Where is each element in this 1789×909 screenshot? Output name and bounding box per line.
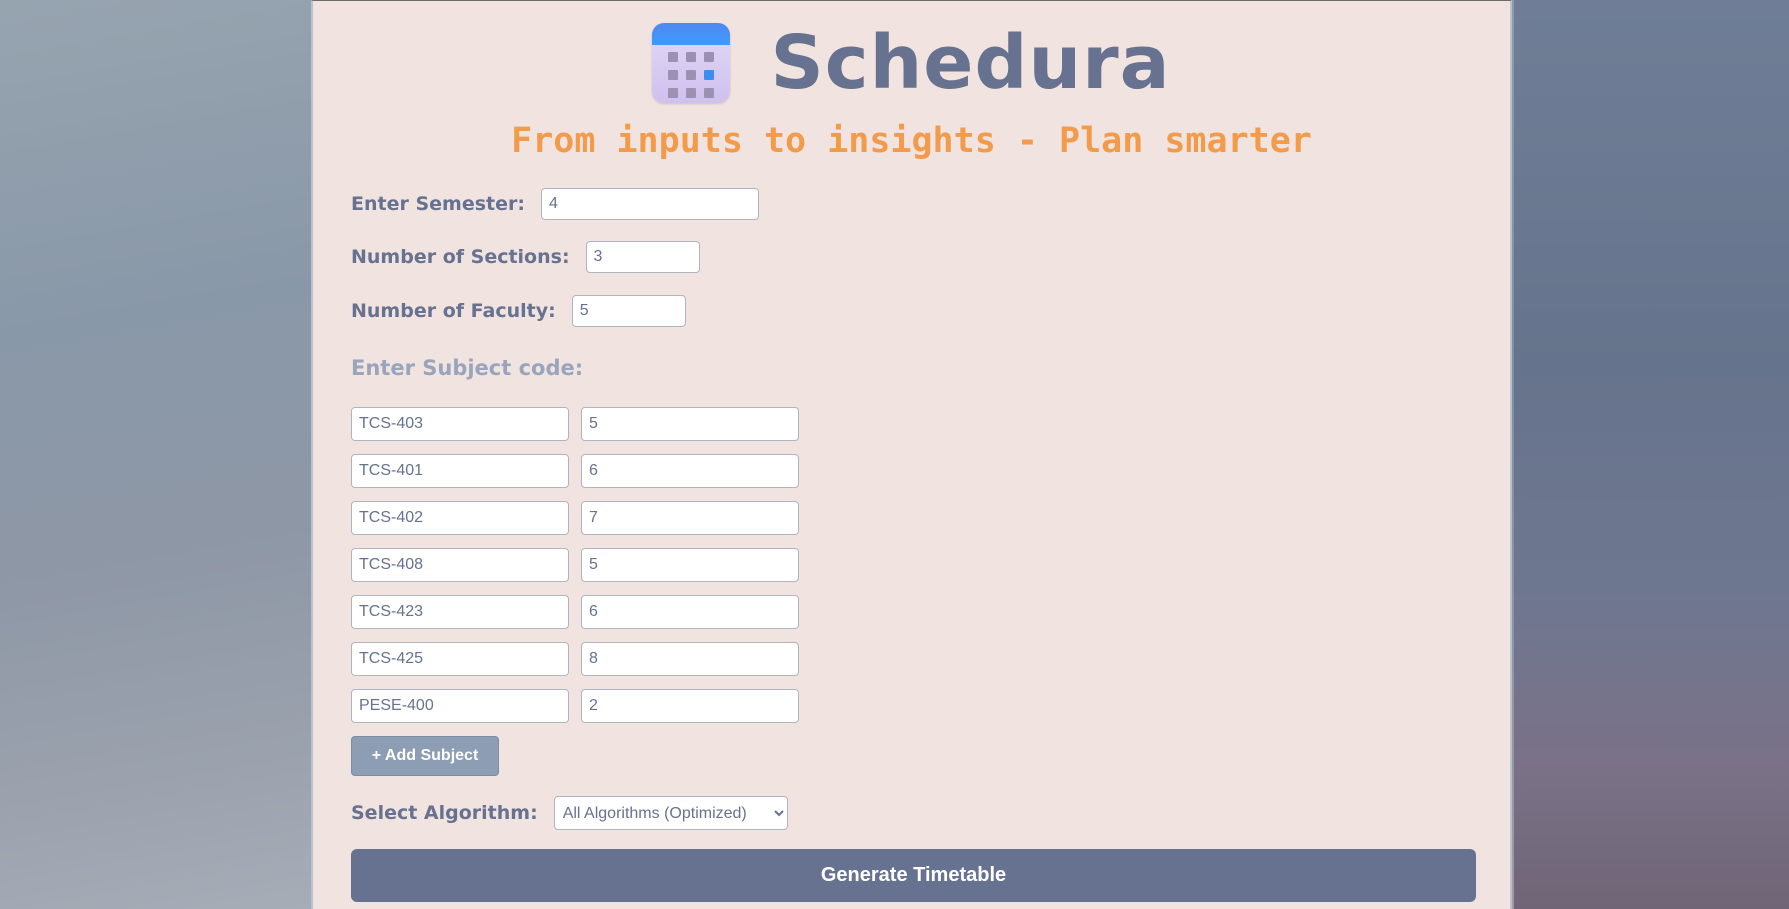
sections-input[interactable] xyxy=(585,241,700,273)
semester-input[interactable] xyxy=(540,188,759,220)
main-panel: Schedura From inputs to insights - Plan … xyxy=(311,0,1512,909)
app-header: Schedura xyxy=(313,23,1510,103)
calendar-icon xyxy=(652,23,731,103)
subject-row xyxy=(351,548,799,582)
subject-list xyxy=(351,407,799,736)
faculty-label: Number of Faculty: xyxy=(351,300,556,322)
generate-timetable-button[interactable]: Generate Timetable xyxy=(351,849,1476,902)
subject-row xyxy=(351,689,799,723)
tagline: From inputs to insights - Plan smarter xyxy=(511,121,1312,161)
app-title: Schedura xyxy=(770,20,1171,106)
algorithm-select[interactable]: All Algorithms (Optimized) xyxy=(553,796,788,830)
subject-row xyxy=(351,595,799,629)
subject-code-input[interactable] xyxy=(351,407,569,441)
algorithm-row: Select Algorithm: All Algorithms (Optimi… xyxy=(351,796,788,830)
subject-code-input[interactable] xyxy=(351,548,569,582)
subject-row xyxy=(351,407,799,441)
background-right xyxy=(1514,0,1789,909)
subject-code-input[interactable] xyxy=(351,642,569,676)
semester-label: Enter Semester: xyxy=(351,193,525,215)
sections-row: Number of Sections: xyxy=(351,241,700,273)
subject-count-input[interactable] xyxy=(581,454,799,488)
subject-count-input[interactable] xyxy=(581,501,799,535)
subject-count-input[interactable] xyxy=(581,642,799,676)
subject-code-input[interactable] xyxy=(351,689,569,723)
subject-code-heading: Enter Subject code: xyxy=(351,356,584,380)
subject-row xyxy=(351,642,799,676)
background-left xyxy=(0,0,312,909)
subject-count-input[interactable] xyxy=(581,407,799,441)
add-subject-button[interactable]: + Add Subject xyxy=(351,736,499,776)
semester-row: Enter Semester: xyxy=(351,188,759,220)
subject-row xyxy=(351,454,799,488)
subject-count-input[interactable] xyxy=(581,689,799,723)
subject-code-input[interactable] xyxy=(351,454,569,488)
algorithm-label: Select Algorithm: xyxy=(351,802,538,824)
faculty-input[interactable] xyxy=(571,295,686,327)
subject-code-input[interactable] xyxy=(351,501,569,535)
subject-row xyxy=(351,501,799,535)
faculty-row: Number of Faculty: xyxy=(351,295,686,327)
subject-code-input[interactable] xyxy=(351,595,569,629)
subject-count-input[interactable] xyxy=(581,548,799,582)
subject-count-input[interactable] xyxy=(581,595,799,629)
sections-label: Number of Sections: xyxy=(351,246,570,268)
